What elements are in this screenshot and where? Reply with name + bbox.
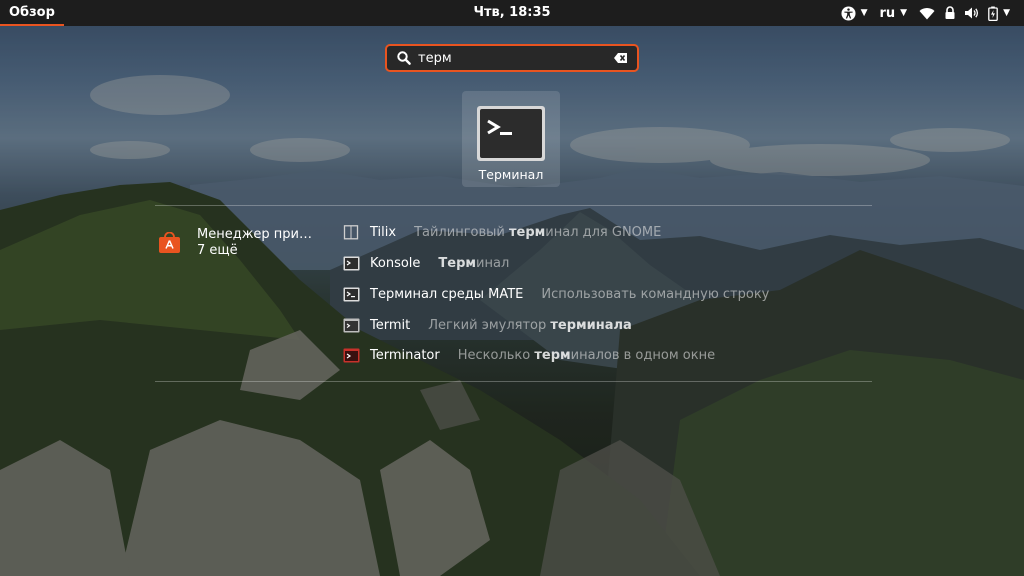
separator xyxy=(155,381,872,382)
result-description: Тайлинговый терминал для GNOME xyxy=(414,224,662,240)
result-mate-terminal[interactable]: Терминал среды MATE Использовать командн… xyxy=(343,284,769,304)
search-icon xyxy=(397,51,411,65)
clock-label[interactable]: Чтв, 18:35 xyxy=(473,5,550,20)
terminator-icon xyxy=(343,348,360,362)
chevron-down-icon: ▼ xyxy=(900,8,908,18)
provider-more-count: 7 ещё xyxy=(197,243,238,258)
app-result-label: Терминал xyxy=(478,167,544,182)
provider-name: Менеджер при… xyxy=(197,227,312,242)
wifi-icon xyxy=(919,7,935,20)
top-bar: Обзор Чтв, 18:35 ▼ ru ▼ ▼ xyxy=(0,0,1024,26)
tilix-icon xyxy=(343,224,359,239)
volume-icon xyxy=(965,7,979,19)
accessibility-menu[interactable]: ▼ xyxy=(835,0,874,26)
system-menu[interactable]: ▼ xyxy=(913,0,1016,26)
result-terminator[interactable]: Terminator Несколько терминалов в одном … xyxy=(343,345,715,365)
result-name: Terminator xyxy=(370,347,440,363)
battery-icon xyxy=(988,6,998,21)
chevron-down-icon: ▼ xyxy=(860,8,868,18)
result-tilix[interactable]: Tilix Тайлинговый терминал для GNOME xyxy=(343,222,661,242)
result-name: Терминал среды MATE xyxy=(370,286,524,302)
terminal-icon xyxy=(477,106,545,161)
activities-button[interactable]: Обзор xyxy=(0,0,64,26)
result-description: Несколько терминалов в одном окне xyxy=(457,347,716,363)
provider-software[interactable]: Менеджер при… 7 ещё xyxy=(158,227,328,263)
result-name: Konsole xyxy=(370,255,421,271)
desktop-overview: Обзор Чтв, 18:35 ▼ ru ▼ ▼ терм Терминал … xyxy=(0,0,1024,576)
search-box xyxy=(385,44,639,72)
result-description: Терминал xyxy=(438,255,510,271)
result-description: Легкий эмулятор терминала xyxy=(428,317,632,333)
result-konsole[interactable]: Konsole Терминал xyxy=(343,253,509,273)
language-label: ru xyxy=(879,5,896,21)
konsole-icon xyxy=(343,256,360,270)
result-name: Termit xyxy=(370,317,411,333)
search-input[interactable] xyxy=(412,47,613,69)
app-result-terminal[interactable]: Терминал xyxy=(462,91,560,187)
result-description: Использовать командную строку xyxy=(541,286,770,302)
mate-terminal-icon xyxy=(343,287,360,301)
chevron-down-icon: ▼ xyxy=(1003,8,1010,18)
termit-icon xyxy=(343,318,360,332)
language-menu[interactable]: ru ▼ xyxy=(873,0,913,26)
separator xyxy=(155,205,872,206)
clear-search-icon[interactable] xyxy=(613,50,629,66)
accessibility-icon xyxy=(841,5,856,21)
result-termit[interactable]: Termit Легкий эмулятор терминала xyxy=(343,315,632,335)
system-tray: ▼ ru ▼ ▼ xyxy=(835,0,1016,26)
software-center-icon xyxy=(159,232,180,253)
result-name: Tilix xyxy=(370,224,397,240)
lock-icon xyxy=(945,6,955,19)
